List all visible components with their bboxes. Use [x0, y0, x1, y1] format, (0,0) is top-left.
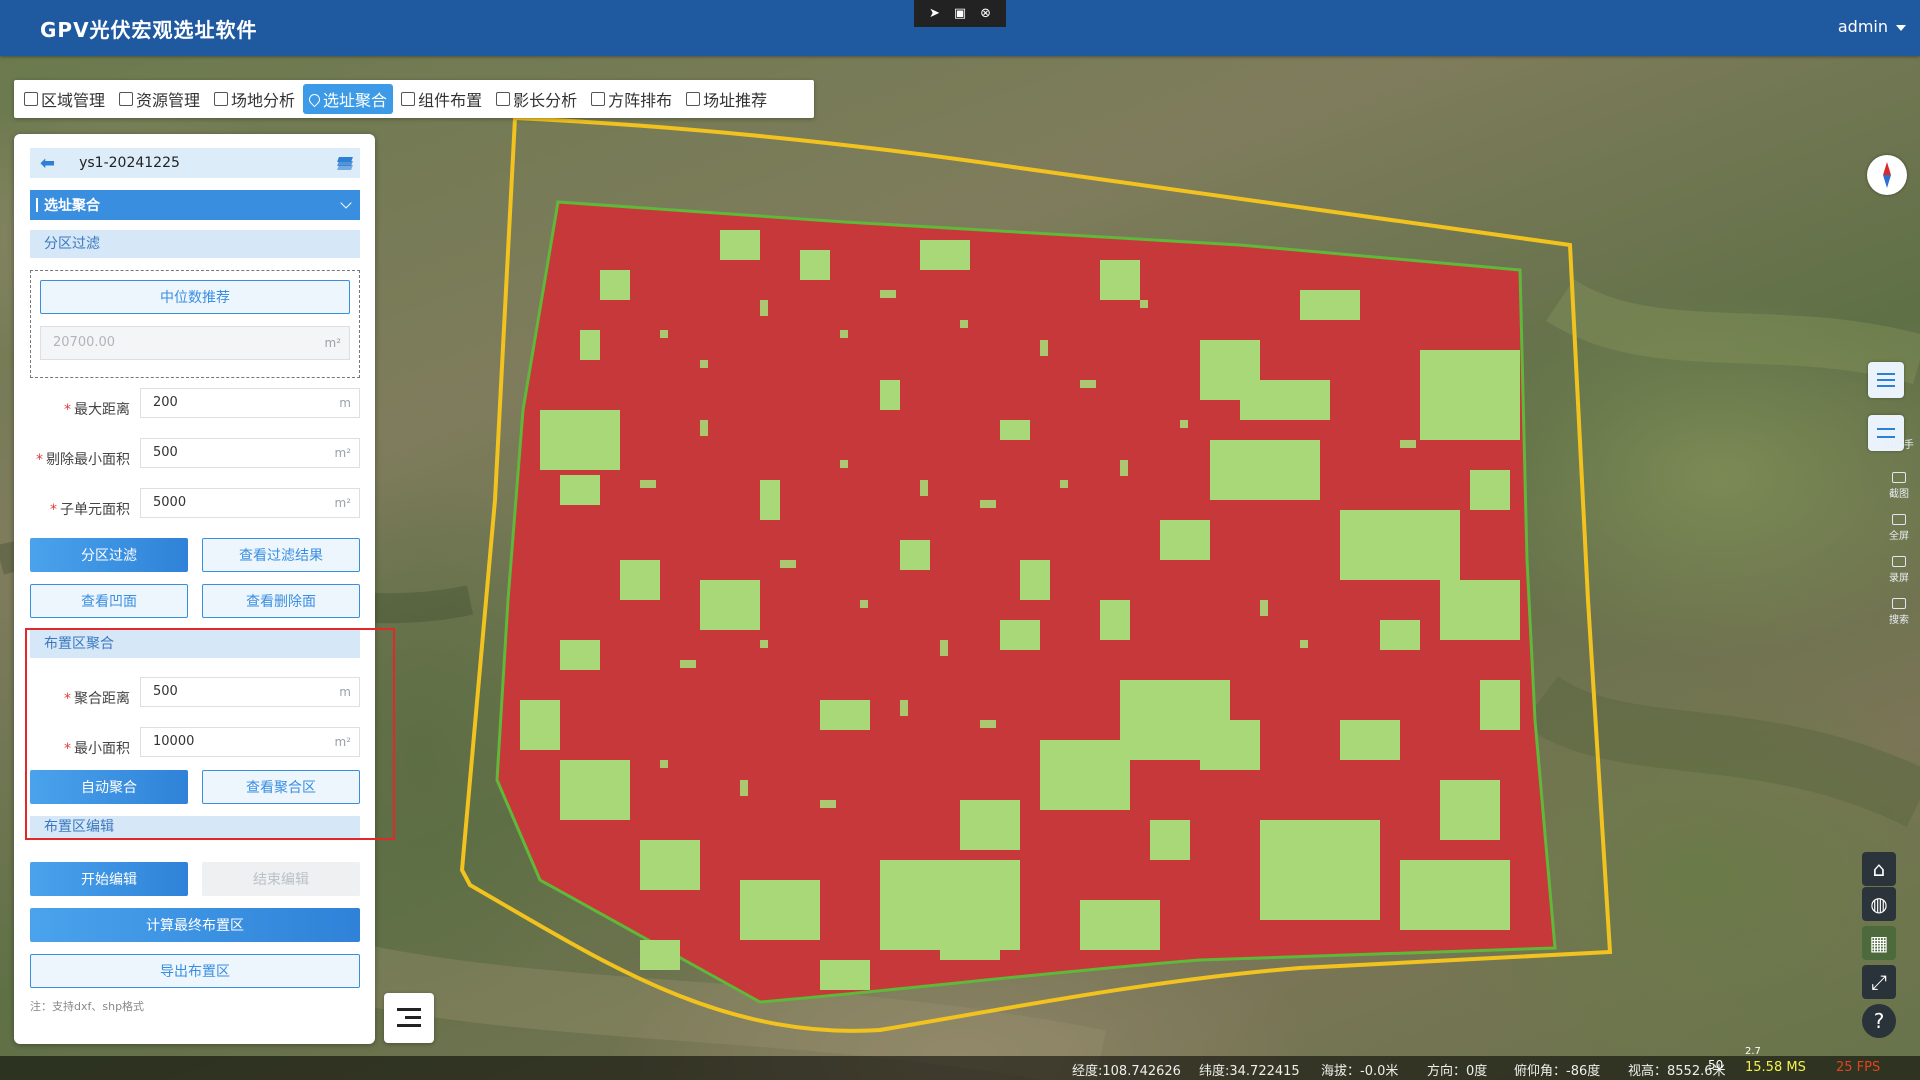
sub-unit-area-input[interactable]: 5000 m² — [140, 488, 360, 518]
tab-site-recommend[interactable]: 场址推荐 — [680, 84, 773, 114]
pitch: 俯仰角：-86度 — [1514, 1064, 1601, 1079]
export-note: 注：支持dxf、shp格式 — [30, 1000, 145, 1013]
array-icon — [591, 92, 606, 106]
scale-value: 50 — [1708, 1058, 1724, 1072]
basemap-icon[interactable]: ▦ — [1862, 926, 1896, 960]
end-edit-button[interactable]: 结束编辑 — [202, 862, 360, 896]
project-header: ⬅ ys1-20241225 — [30, 148, 360, 178]
frame-time: 15.58 MS — [1745, 1060, 1806, 1075]
median-value-field: 20700.00 m² — [40, 326, 350, 360]
min-area-remove-input[interactable]: 500 m² — [140, 438, 360, 468]
component-icon — [401, 92, 416, 106]
tab-site-aggregation[interactable]: 选址聚合 — [303, 84, 394, 114]
screen-icon[interactable]: ▣ — [954, 7, 966, 20]
tab-terrain[interactable]: 场地分析 — [208, 84, 301, 114]
longitude: 经度:108.742626 — [1072, 1064, 1181, 1079]
scale-small: 2.7 — [1745, 1046, 1761, 1057]
sub-unit-area-label: * 子单元面积 — [50, 502, 130, 518]
back-arrow-icon[interactable]: ⬅ — [40, 153, 55, 174]
shadow-icon — [496, 92, 511, 106]
screenshot-tool[interactable]: 截图 — [1882, 472, 1916, 500]
section-select[interactable]: 选址聚合 — [30, 190, 360, 220]
window-controls: ➤ ▣ ⊗ — [914, 0, 1006, 27]
fullscreen-screen-icon — [1892, 514, 1906, 525]
search-tool[interactable]: 搜索 — [1882, 598, 1916, 626]
aggregation-panel: ⬅ ys1-20241225 选址聚合 分区过滤 中位数推荐 20700.00 … — [14, 134, 375, 1044]
resource-icon — [119, 92, 134, 106]
pointer-icon[interactable]: ➤ — [929, 7, 940, 20]
tab-region[interactable]: 区域管理 — [18, 84, 111, 114]
max-distance-input[interactable]: 200 m — [140, 388, 360, 418]
view-deleted-button[interactable]: 查看删除面 — [202, 584, 360, 618]
record-icon — [1892, 556, 1906, 567]
help-icon[interactable]: ? — [1862, 1004, 1896, 1038]
chevron-down-icon — [340, 197, 352, 209]
fullscreen-tool[interactable]: 全屏 — [1882, 514, 1916, 542]
altitude: 海拔：-0.0米 — [1321, 1064, 1399, 1079]
close-icon[interactable]: ⊗ — [980, 7, 991, 20]
median-recommend-button[interactable]: 中位数推荐 — [40, 280, 350, 314]
list-icon[interactable] — [1868, 362, 1904, 398]
user-name: admin — [1837, 17, 1888, 36]
record-tool[interactable]: 录屏 — [1882, 556, 1916, 584]
tab-component-layout[interactable]: 组件布置 — [395, 84, 488, 114]
view-concave-button[interactable]: 查看凹面 — [30, 584, 188, 618]
export-button[interactable]: 导出布置区 — [30, 954, 360, 988]
search-icon — [1892, 598, 1906, 609]
main-tabs: 区域管理 资源管理 场地分析 选址聚合 组件布置 影长分析 方阵排布 场址推荐 — [14, 80, 814, 118]
max-distance-label: * 最大距离 — [64, 402, 130, 418]
highlight-box — [25, 628, 395, 840]
app-title: GPV光伏宏观选址软件 — [40, 18, 258, 42]
camera-icon — [1892, 472, 1906, 483]
heading: 方向：0度 — [1427, 1064, 1488, 1079]
caret-down-icon — [1896, 24, 1906, 31]
fullscreen-icon[interactable]: ⤢ — [1862, 965, 1896, 999]
latitude: 纬度:34.722415 — [1199, 1064, 1300, 1079]
compass-icon[interactable] — [1867, 155, 1907, 195]
tab-shadow-analysis[interactable]: 影长分析 — [490, 84, 583, 114]
layers-icon[interactable] — [337, 157, 353, 170]
tab-array-layout[interactable]: 方阵排布 — [585, 84, 678, 114]
ai-assistant-tool[interactable]: AI助手 — [1882, 436, 1916, 451]
home-icon[interactable]: ⌂ — [1862, 852, 1896, 886]
compute-final-button[interactable]: 计算最终布置区 — [30, 908, 360, 942]
fps: 25 FPS — [1836, 1060, 1881, 1075]
view-filter-result-button[interactable]: 查看过滤结果 — [202, 538, 360, 572]
terrain-icon — [214, 92, 229, 106]
start-edit-button[interactable]: 开始编辑 — [30, 862, 188, 896]
region-icon — [24, 92, 38, 106]
menu-toggle-button[interactable] — [384, 993, 434, 1043]
globe-icon[interactable]: ◍ — [1862, 887, 1896, 921]
recommend-icon — [686, 92, 701, 106]
user-menu[interactable]: admin — [1838, 17, 1906, 36]
tab-resource[interactable]: 资源管理 — [113, 84, 206, 114]
filter-button[interactable]: 分区过滤 — [30, 538, 188, 572]
status-bar: 经度:108.742626 纬度:34.722415 海拔：-0.0米 方向：0… — [0, 1046, 1920, 1080]
filter-header[interactable]: 分区过滤 — [30, 230, 360, 258]
section-bar — [36, 198, 38, 212]
location-pin-icon — [306, 91, 323, 107]
project-name: ys1-20241225 — [79, 155, 180, 171]
min-area-remove-label: * 剔除最小面积 — [36, 452, 130, 468]
